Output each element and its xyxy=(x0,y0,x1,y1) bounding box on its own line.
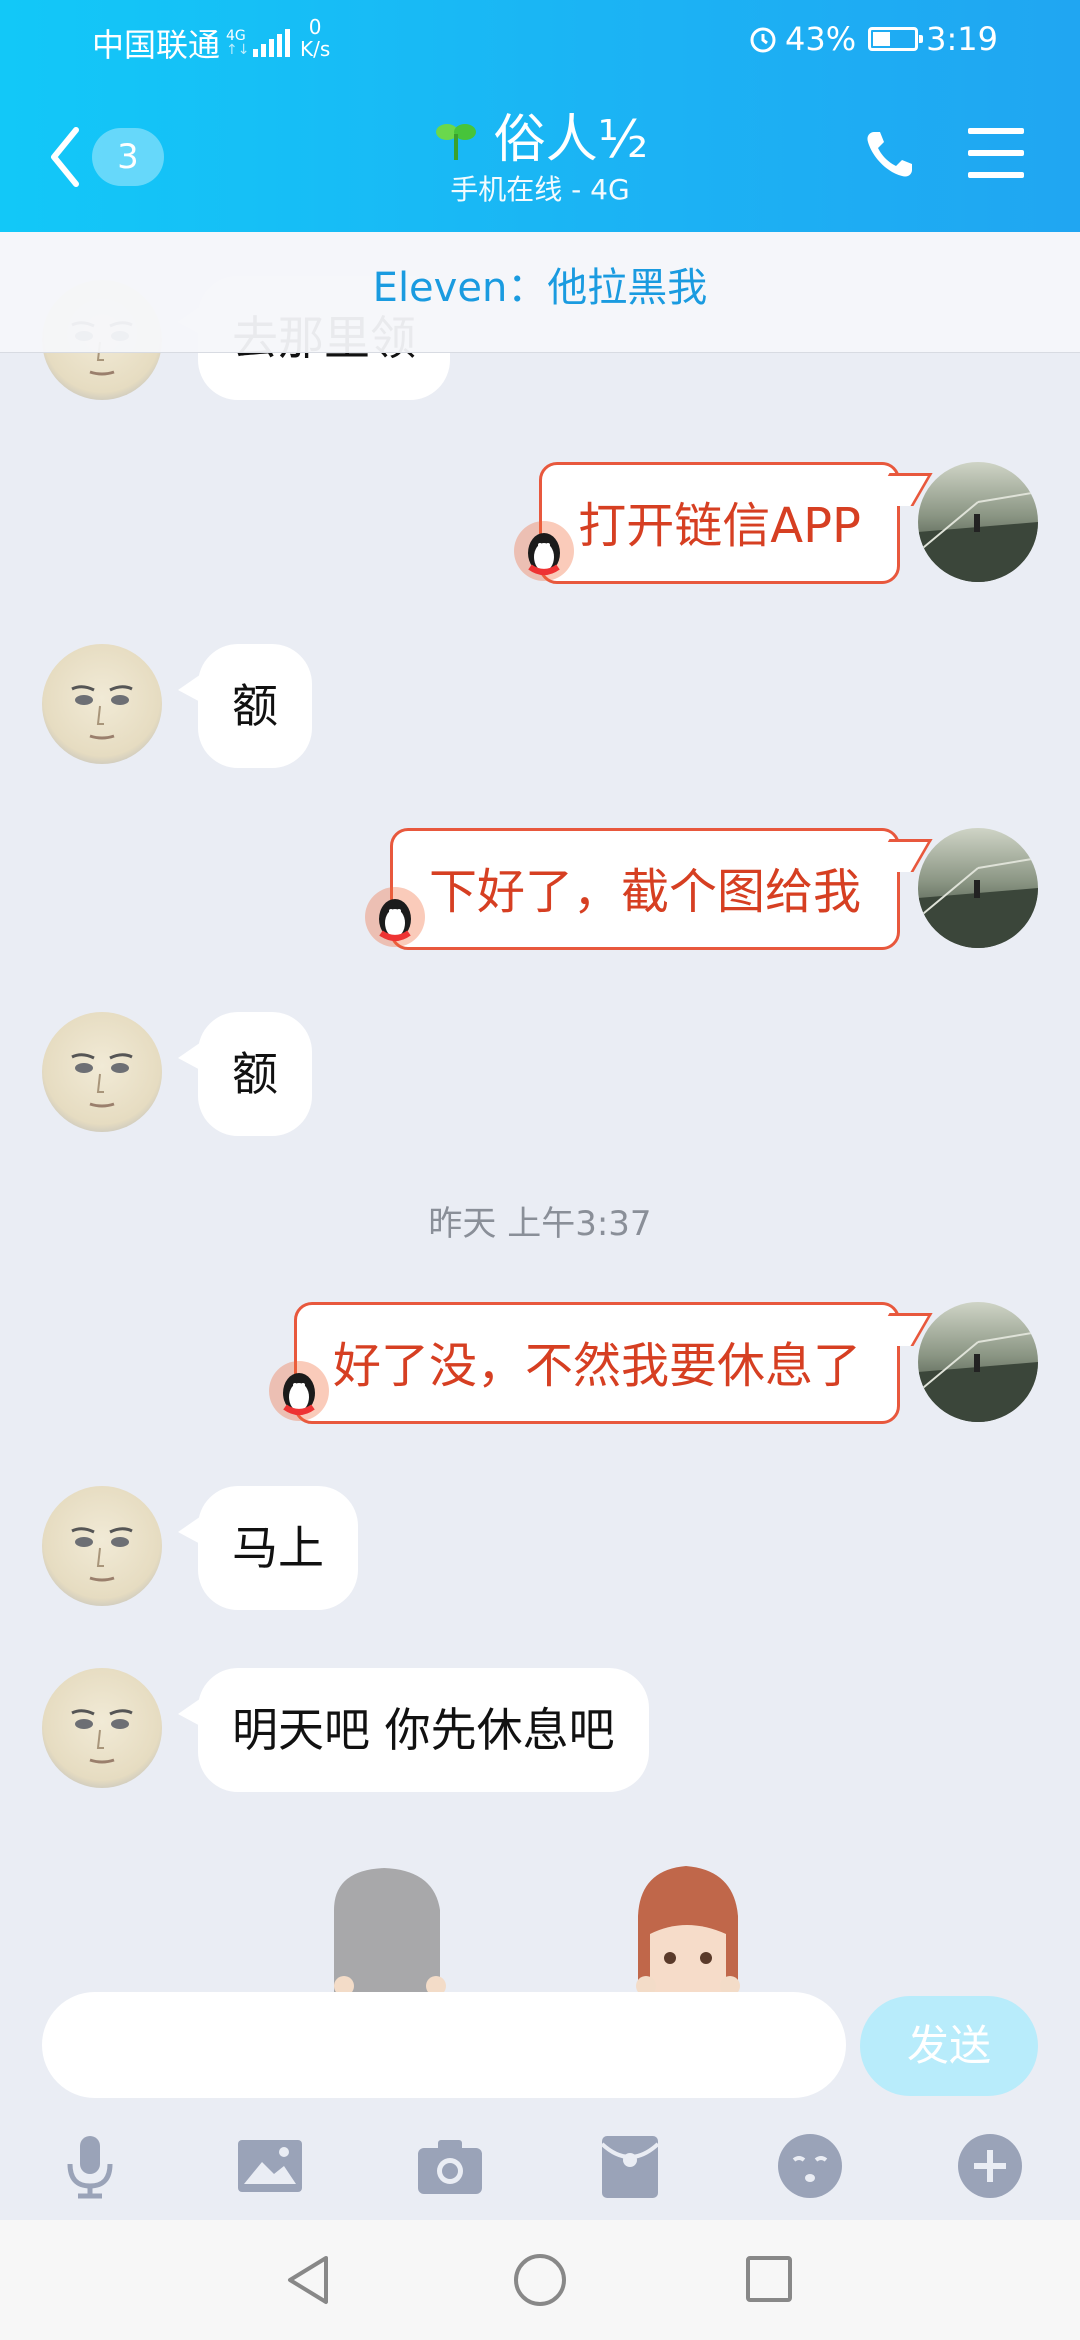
message-bubble-me[interactable]: 打开链信APP xyxy=(514,462,933,584)
message-timestamp: 昨天 上午3:37 xyxy=(428,1204,652,1244)
chat-title-area[interactable]: 俗人½ 手机在线 - 4G xyxy=(0,108,1080,208)
camera-icon[interactable] xyxy=(414,2130,486,2202)
friend-avatar[interactable] xyxy=(42,1012,162,1132)
message-bubble-friend[interactable]: 马上 xyxy=(178,1486,358,1610)
sprout-icon xyxy=(435,124,476,160)
friend-avatar[interactable] xyxy=(42,644,162,764)
message-bubble-friend[interactable]: 额 xyxy=(178,1012,312,1136)
face-illustration-icon xyxy=(71,1053,133,1108)
signal-icon xyxy=(253,29,293,57)
voice-icon[interactable] xyxy=(54,2130,126,2202)
my-avatar[interactable] xyxy=(918,462,1038,582)
emoji-icon[interactable] xyxy=(774,2130,846,2202)
input-toolbar xyxy=(0,2118,1080,2220)
pier-photo-icon xyxy=(918,491,1038,582)
brown-hair-character-sticker-icon[interactable] xyxy=(616,1856,756,1992)
gray-character-sticker-icon[interactable] xyxy=(314,1860,454,1992)
penguin-decoration-icon xyxy=(268,1361,329,1421)
pier-photo-icon xyxy=(918,857,1038,948)
carrier-name: 中国联通 xyxy=(92,26,221,64)
penguin-decoration-icon xyxy=(364,887,425,947)
network-speed: 0 K/s xyxy=(300,15,331,61)
online-status: 手机在线 - 4G xyxy=(450,173,630,206)
menu-icon[interactable] xyxy=(968,128,1024,178)
face-illustration-icon xyxy=(71,685,133,740)
phone-call-icon[interactable] xyxy=(862,126,918,182)
status-right: 43% 3:19 xyxy=(747,20,998,58)
face-illustration-icon xyxy=(71,1709,133,1764)
battery-icon xyxy=(868,27,924,51)
face-illustration-icon xyxy=(71,1527,133,1582)
carrier-info: 中国联通 4G ↑↓ xyxy=(92,20,293,66)
my-avatar[interactable] xyxy=(918,1302,1038,1422)
my-avatar[interactable] xyxy=(918,828,1038,948)
contact-name: 俗人½ xyxy=(493,110,649,170)
clock: 3:19 xyxy=(926,20,998,58)
penguin-decoration-icon xyxy=(514,521,575,581)
nav-back-icon[interactable] xyxy=(282,2252,334,2308)
message-bubble-friend[interactable]: 明天吧 你先休息吧 xyxy=(178,1668,649,1792)
message-bubble-me[interactable]: 好了没，不然我要休息了 xyxy=(268,1302,933,1424)
friend-avatar[interactable] xyxy=(42,1668,162,1788)
plus-icon[interactable] xyxy=(954,2130,1026,2202)
alarm-icon xyxy=(750,27,776,53)
system-nav-bar xyxy=(0,2220,1080,2340)
pier-photo-icon xyxy=(918,1331,1038,1422)
message-bubble-friend[interactable]: 额 xyxy=(178,644,312,768)
red-packet-icon[interactable] xyxy=(594,2130,666,2202)
image-icon[interactable] xyxy=(234,2130,306,2202)
battery-percent: 43% xyxy=(785,20,857,58)
friend-avatar[interactable] xyxy=(42,1486,162,1606)
message-input[interactable] xyxy=(42,1992,846,2098)
send-button[interactable]: 发送 xyxy=(860,1996,1038,2096)
network-type: 4G ↑↓ xyxy=(226,28,250,58)
notice-bar[interactable]: Eleven：他拉黑我 xyxy=(0,232,1080,353)
nav-home-icon[interactable] xyxy=(512,2252,568,2308)
status-bar: 中国联通 4G ↑↓ 0 K/s 43% 3:19 xyxy=(0,0,1080,80)
nav-recents-icon[interactable] xyxy=(744,2254,794,2304)
chat-header: 中国联通 4G ↑↓ 0 K/s 43% 3:19 3 俗人½ 手机在线 - 4… xyxy=(0,0,1080,232)
message-bubble-me[interactable]: 下好了，截个图给我 xyxy=(364,828,933,950)
